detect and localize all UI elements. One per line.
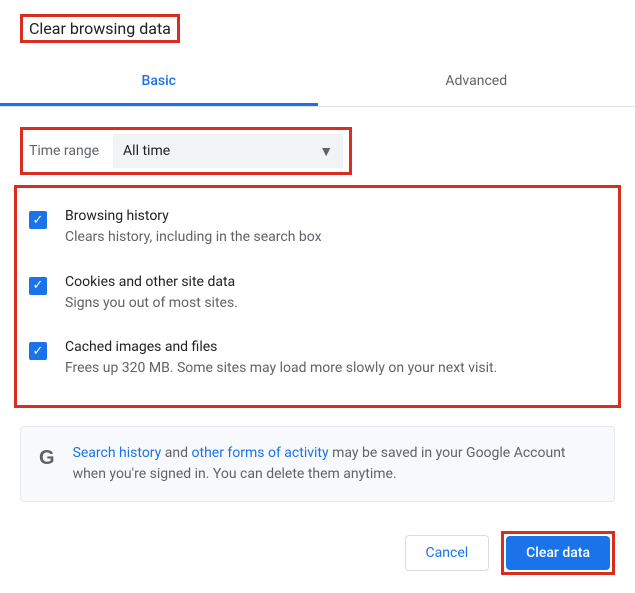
option-cached[interactable]: ✓ Cached images and files Frees up 320 M…: [23, 329, 612, 395]
option-desc: Frees up 320 MB. Some sites may load mor…: [65, 359, 606, 379]
dialog-buttons: Cancel Clear data: [405, 531, 615, 575]
dialog-title: Clear browsing data: [20, 14, 180, 43]
notice-text: and: [161, 445, 191, 461]
option-browsing-history[interactable]: ✓ Browsing history Clears history, inclu…: [23, 198, 612, 264]
checkbox-icon[interactable]: ✓: [29, 211, 47, 229]
option-desc: Signs you out of most sites.: [65, 294, 606, 314]
option-desc: Clears history, including in the search …: [65, 228, 606, 248]
tabs: Basic Advanced: [0, 59, 635, 107]
other-activity-link[interactable]: other forms of activity: [192, 445, 329, 461]
tab-basic[interactable]: Basic: [0, 59, 318, 106]
tab-advanced[interactable]: Advanced: [318, 59, 635, 106]
checkbox-icon[interactable]: ✓: [29, 277, 47, 295]
clear-data-button[interactable]: Clear data: [506, 536, 610, 570]
time-range-select[interactable]: All time ▼: [113, 134, 343, 168]
search-history-link[interactable]: Search history: [73, 445, 162, 461]
option-cookies[interactable]: ✓ Cookies and other site data Signs you …: [23, 264, 612, 330]
options-list: ✓ Browsing history Clears history, inclu…: [14, 185, 621, 408]
chevron-down-icon: ▼: [319, 143, 333, 160]
cancel-button[interactable]: Cancel: [405, 535, 490, 571]
option-title: Cookies and other site data: [65, 274, 606, 290]
time-range-value: All time: [123, 143, 170, 159]
option-title: Cached images and files: [65, 339, 606, 355]
time-range-label: Time range: [29, 143, 99, 159]
option-title: Browsing history: [65, 208, 606, 224]
checkbox-icon[interactable]: ✓: [29, 342, 47, 360]
google-logo-icon: G: [39, 443, 55, 473]
google-account-notice: G Search history and other forms of acti…: [20, 426, 615, 502]
